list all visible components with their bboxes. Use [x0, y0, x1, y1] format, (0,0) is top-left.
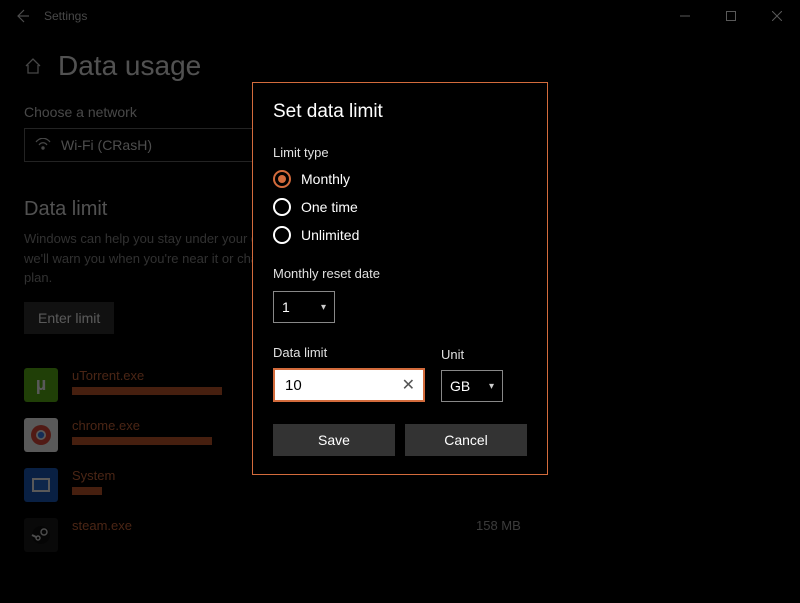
window-title: Settings [44, 9, 87, 23]
wifi-icon [35, 137, 51, 153]
network-selected: Wi-Fi (CRasH) [61, 137, 152, 153]
app-icon-chrome [24, 418, 58, 452]
radio-icon [273, 198, 291, 216]
radio-icon [273, 170, 291, 188]
usage-bar [72, 487, 102, 495]
limit-type-label: Limit type [273, 145, 527, 160]
data-limit-input[interactable] [285, 377, 400, 394]
chevron-down-icon: ▾ [321, 302, 326, 313]
radio-one-time[interactable]: One time [273, 198, 527, 216]
radio-label: One time [301, 199, 358, 215]
maximize-button[interactable] [708, 0, 754, 32]
app-icon-utorrent: µ [24, 368, 58, 402]
titlebar: Settings [0, 0, 800, 32]
app-name: System [72, 468, 222, 483]
reset-date-value: 1 [282, 299, 290, 315]
radio-icon [273, 226, 291, 244]
radio-label: Unlimited [301, 227, 359, 243]
usage-bar [72, 387, 222, 395]
chevron-down-icon: ▾ [489, 381, 494, 392]
app-icon-system [24, 468, 58, 502]
reset-date-select[interactable]: 1 ▾ [273, 291, 335, 323]
enter-limit-button[interactable]: Enter limit [24, 302, 114, 334]
back-button[interactable] [8, 0, 36, 32]
cancel-button[interactable]: Cancel [405, 424, 527, 456]
app-name: chrome.exe [72, 418, 222, 433]
clear-input-icon[interactable]: ✕ [400, 375, 417, 395]
radio-unlimited[interactable]: Unlimited [273, 226, 527, 244]
home-icon[interactable] [24, 56, 44, 76]
data-limit-input-wrap[interactable]: ✕ [273, 368, 425, 402]
app-icon-steam [24, 518, 58, 552]
radio-label: Monthly [301, 171, 350, 187]
minimize-button[interactable] [662, 0, 708, 32]
save-button[interactable]: Save [273, 424, 395, 456]
page-title: Data usage [58, 50, 201, 82]
app-name: uTorrent.exe [72, 368, 222, 383]
dialog-title: Set data limit [273, 101, 527, 123]
app-name: steam.exe [72, 518, 222, 533]
set-data-limit-dialog: Set data limit Limit type Monthly One ti… [252, 82, 548, 475]
unit-value: GB [450, 378, 470, 394]
radio-monthly[interactable]: Monthly [273, 170, 527, 188]
data-limit-field-label: Data limit [273, 345, 425, 360]
usage-bar [72, 437, 212, 445]
reset-date-label: Monthly reset date [273, 266, 527, 281]
unit-label: Unit [441, 347, 503, 362]
dialog-buttons: Save Cancel [273, 424, 527, 456]
window-controls [662, 0, 800, 32]
usage-row: steam.exe 158 MB [24, 518, 776, 552]
limit-type-radio-group: Monthly One time Unlimited [273, 170, 527, 244]
close-button[interactable] [754, 0, 800, 32]
app-size: 158 MB [476, 518, 521, 533]
unit-select[interactable]: GB ▾ [441, 370, 503, 402]
